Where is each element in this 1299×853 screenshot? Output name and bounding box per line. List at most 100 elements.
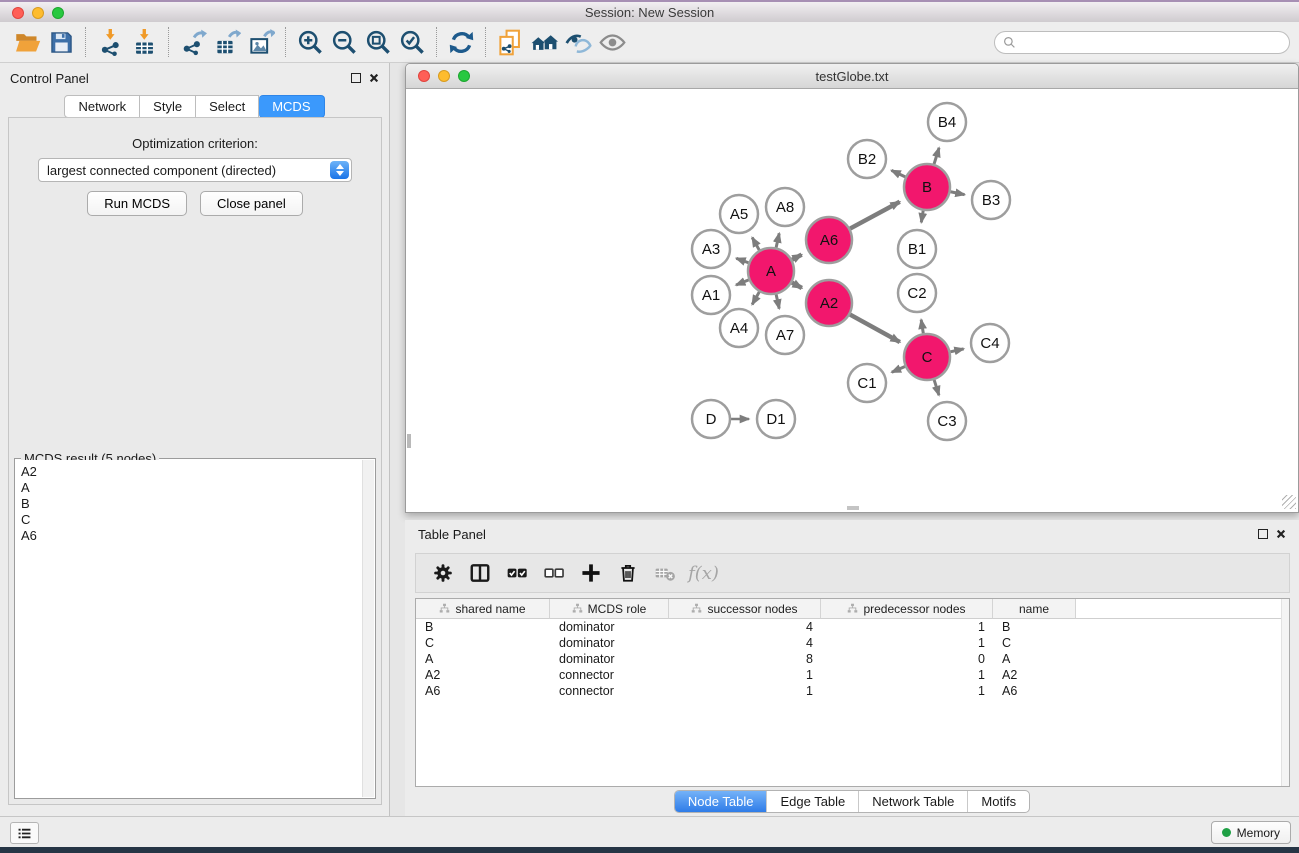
graph-edge-B-B4[interactable] [934,148,939,164]
tab-network[interactable]: Network [64,95,140,118]
column-header-predecessor-nodes[interactable]: predecessor nodes [821,599,993,619]
zoom-out-button[interactable] [327,26,361,58]
save-session-button[interactable] [44,26,78,58]
graph-edge-B-B2[interactable] [891,170,905,176]
graph-edge-A2-C[interactable] [850,315,900,342]
gear-button[interactable] [426,557,459,589]
deselect-all-checkboxes-button[interactable] [537,557,570,589]
refresh-network-button[interactable] [444,26,478,58]
graph-node-B4[interactable]: B4 [928,103,966,141]
graph-edge-A-A6[interactable] [792,255,801,260]
graph-node-A4[interactable]: A4 [720,309,758,347]
graph-edge-B-B3[interactable] [951,192,965,195]
network-window-titlebar[interactable]: testGlobe.txt [406,64,1298,89]
result-item[interactable]: C [16,512,362,528]
result-item[interactable]: A6 [16,528,362,544]
column-header-shared-name[interactable]: shared name [416,599,550,619]
resize-grip[interactable] [1282,495,1296,509]
add-column-button[interactable] [574,557,607,589]
memory-button[interactable]: Memory [1211,821,1291,844]
graph-node-C1[interactable]: C1 [848,364,886,402]
result-item[interactable]: B [16,496,362,512]
zoom-window-icon[interactable] [52,7,64,19]
graph-node-C[interactable]: C [904,334,950,380]
export-network-button[interactable] [176,26,210,58]
graph-node-D[interactable]: D [692,400,730,438]
graph-edge-C-C4[interactable] [950,349,963,352]
table-row[interactable]: A6connector11A6 [416,683,1289,699]
tab-select[interactable]: Select [196,95,259,118]
table-row[interactable]: Cdominator41C [416,635,1289,651]
select-all-checkboxes-button[interactable] [500,557,533,589]
float-panel-icon[interactable] [351,73,361,83]
import-table-button[interactable] [127,26,161,58]
graph-node-A8[interactable]: A8 [766,188,804,226]
graph-edge-C-C2[interactable] [921,320,923,334]
graph-node-B[interactable]: B [904,164,950,210]
graph-node-A3[interactable]: A3 [692,230,730,268]
net-close-icon[interactable] [418,70,430,82]
tab-style[interactable]: Style [140,95,196,118]
vertical-scroll-thumb[interactable] [407,434,411,448]
column-header-MCDS-role[interactable]: MCDS role [550,599,669,619]
horizontal-scroll-thumb[interactable] [847,506,859,510]
float-table-panel-icon[interactable] [1258,529,1268,539]
tab-motifs[interactable]: Motifs [967,791,1029,812]
export-image-button[interactable] [244,26,278,58]
table-scrollbar[interactable] [1281,599,1289,786]
column-header-successor-nodes[interactable]: successor nodes [669,599,821,619]
table-row[interactable]: Adominator80A [416,651,1289,667]
net-zoom-icon[interactable] [458,70,470,82]
graph-node-A7[interactable]: A7 [766,316,804,354]
graph-node-A[interactable]: A [748,248,794,294]
minimize-window-icon[interactable] [32,7,44,19]
zoom-fit-button[interactable] [361,26,395,58]
graph-edge-A-A4[interactable] [752,292,759,305]
close-table-panel-icon[interactable] [1276,529,1286,539]
graph-edge-C-C1[interactable] [892,367,905,373]
home-view-button[interactable] [527,26,561,58]
graph-edge-A-A5[interactable] [752,238,759,251]
graph-node-C4[interactable]: C4 [971,324,1009,362]
open-file-button[interactable] [10,26,44,58]
search-input[interactable] [1017,36,1289,50]
split-columns-button[interactable] [463,557,496,589]
graph-edge-B-B1[interactable] [921,211,923,223]
graph-edge-A-A2[interactable] [792,283,802,288]
column-header-name[interactable]: name [993,599,1076,619]
net-minimize-icon[interactable] [438,70,450,82]
graph-node-B1[interactable]: B1 [898,230,936,268]
show-hide-graphics-button[interactable] [595,26,629,58]
zoom-selected-button[interactable] [395,26,429,58]
tab-edge-table[interactable]: Edge Table [766,791,858,812]
graph-node-B2[interactable]: B2 [848,140,886,178]
graph-node-A6[interactable]: A6 [806,217,852,263]
table-row[interactable]: Bdominator41B [416,619,1289,635]
criterion-select[interactable]: largest connected component (directed) [38,158,352,182]
graph-edge-A-A8[interactable] [776,233,779,247]
close-window-icon[interactable] [12,7,24,19]
result-item[interactable]: A [16,480,362,496]
run-mcds-button[interactable]: Run MCDS [87,191,187,216]
graph-node-C2[interactable]: C2 [898,274,936,312]
network-canvas[interactable]: B4B2BB3A8A5A6A3B1AC2A1A2A4A7C4CC1DD1C3 [407,90,1297,510]
result-scrollbar[interactable] [362,460,374,797]
graph-node-A1[interactable]: A1 [692,276,730,314]
import-network-button[interactable] [93,26,127,58]
graph-edge-C-C3[interactable] [934,380,939,395]
graph-node-C3[interactable]: C3 [928,402,966,440]
tab-network-table[interactable]: Network Table [858,791,967,812]
delete-column-button[interactable] [611,557,644,589]
close-panel-icon[interactable] [369,73,379,83]
close-panel-button[interactable]: Close panel [200,191,303,216]
style-preview-button[interactable] [561,26,595,58]
graph-edge-A-A1[interactable] [736,280,749,285]
graph-node-A5[interactable]: A5 [720,195,758,233]
search-box[interactable] [994,31,1290,54]
graph-edge-A-A3[interactable] [736,258,748,262]
tab-mcds[interactable]: MCDS [259,95,324,118]
network-graph[interactable]: B4B2BB3A8A5A6A3B1AC2A1A2A4A7C4CC1DD1C3 [407,90,1297,511]
duplicate-network-button[interactable] [493,26,527,58]
result-item[interactable]: A2 [16,464,362,480]
tab-node-table[interactable]: Node Table [675,791,767,812]
